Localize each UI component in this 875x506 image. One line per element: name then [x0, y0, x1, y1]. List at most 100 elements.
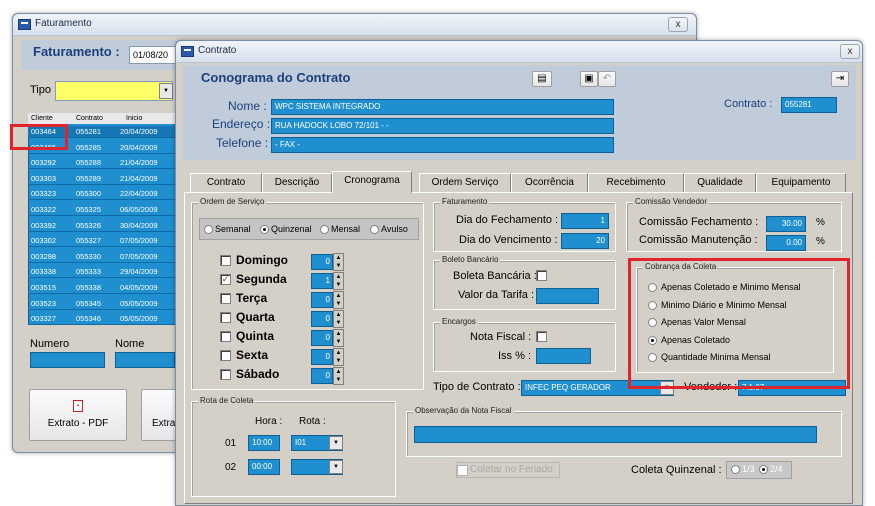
day-checkbox-domingo[interactable]	[220, 255, 231, 266]
grid-header-contrato[interactable]: Contrato	[76, 113, 103, 124]
day-count-quinta[interactable]: 0	[311, 330, 333, 346]
spin-down-icon[interactable]: ▼	[334, 338, 343, 346]
vencimento-field[interactable]: 20	[561, 233, 609, 249]
tab-equipamento[interactable]: Equipamento	[756, 173, 846, 192]
day-count-sexta[interactable]: 0	[311, 349, 333, 365]
nome-field[interactable]	[115, 352, 175, 368]
close-button[interactable]: x	[840, 44, 860, 59]
spin-up-icon[interactable]: ▲	[334, 349, 343, 357]
frequency-radio-quinzenal[interactable]	[260, 225, 269, 234]
grid-cell-contrato: 055300	[76, 189, 102, 199]
table-row[interactable]: 003515 055338 04/05/2009	[28, 282, 178, 294]
spin-down-icon[interactable]: ▼	[334, 281, 343, 289]
tipo-dropdown-arrow-icon[interactable]: ▼	[159, 83, 173, 99]
frequency-radio-avulso[interactable]	[370, 225, 379, 234]
nome-field[interactable]: WPC SISTEMA INTEGRADO	[271, 99, 614, 115]
day-spinner-quinta[interactable]: ▲ ▼	[333, 329, 344, 347]
day-count-segunda[interactable]: 1	[311, 273, 333, 289]
comissao-manutencao-unit: %	[816, 236, 825, 247]
table-row[interactable]: 003292 055288 21/04/2009	[28, 157, 178, 170]
extrato-pdf-button[interactable]: ▪ Extrato - PDF	[29, 389, 127, 441]
observacao-field[interactable]	[414, 426, 817, 443]
day-checkbox-sexta[interactable]	[220, 350, 231, 361]
table-row[interactable]: 003303 055289 21/04/2009	[28, 173, 178, 185]
day-spinner-segunda[interactable]: ▲ ▼	[333, 272, 344, 290]
spin-up-icon[interactable]: ▲	[334, 368, 343, 376]
table-row[interactable]: 003322 055325 06/05/2009	[28, 204, 178, 216]
print-icon[interactable]: ▤	[532, 71, 552, 87]
tab-descricao[interactable]: Descrição	[262, 173, 332, 192]
frequency-radio-mensal[interactable]	[320, 225, 329, 234]
spin-down-icon[interactable]: ▼	[334, 376, 343, 384]
day-count-terca[interactable]: 0	[311, 292, 333, 308]
day-checkbox-quarta[interactable]	[220, 312, 231, 323]
nota-fiscal-checkbox[interactable]	[536, 331, 547, 342]
rota-row-2-hora[interactable]: 00:00	[248, 459, 280, 475]
spin-up-icon[interactable]: ▲	[334, 273, 343, 281]
grid-header-cliente[interactable]: Cliente	[31, 113, 53, 124]
fechamento-field[interactable]: 1	[561, 213, 609, 229]
spin-up-icon[interactable]: ▲	[334, 292, 343, 300]
table-row[interactable]: 003338 055333 29/04/2009	[28, 266, 178, 279]
day-spinner-domingo[interactable]: ▲ ▼	[333, 253, 344, 271]
day-checkbox-quinta[interactable]	[220, 331, 231, 342]
rota-row-1-dropdown-icon[interactable]: ▼	[329, 436, 343, 450]
faturamento-titlebar[interactable]: Faturamento x	[13, 14, 696, 36]
tab-ordem-servico[interactable]: Ordem Serviço	[419, 173, 511, 192]
spin-down-icon[interactable]: ▼	[334, 357, 343, 365]
endereco-field[interactable]: RUA HADOCK LOBO 72/101 - -	[271, 118, 614, 134]
comissao-fechamento-field[interactable]: 30.00	[766, 216, 806, 232]
faturamento-date-field[interactable]: 01/08/20	[129, 46, 179, 64]
rota-row-1-hora[interactable]: 10:00	[248, 435, 280, 451]
day-spinner-sexta[interactable]: ▲ ▼	[333, 348, 344, 366]
table-row[interactable]: 003298 055330 07/05/2009	[28, 251, 178, 263]
comissao-manutencao-field[interactable]: 0.00	[766, 235, 806, 251]
close-button[interactable]: x	[668, 17, 688, 32]
frequency-radio-semanal[interactable]	[204, 225, 213, 234]
table-row[interactable]: 003302 055327 07/05/2009	[28, 235, 178, 248]
valor-tarifa-field[interactable]	[536, 288, 599, 304]
tab-ocorrencia[interactable]: Ocorrência	[511, 173, 588, 192]
iss-field[interactable]	[536, 348, 591, 364]
coleta-quinzenal-option-1[interactable]	[731, 465, 740, 474]
day-count-domingo[interactable]: 0	[311, 254, 333, 270]
tab-qualidade[interactable]: Qualidade	[684, 173, 756, 192]
table-row[interactable]: 003523 055345 05/05/2009	[28, 298, 178, 310]
table-row[interactable]: 003392 055326 30/04/2009	[28, 220, 178, 232]
spin-up-icon[interactable]: ▲	[334, 254, 343, 262]
day-count-quarta[interactable]: 0	[311, 311, 333, 327]
boleta-bancaria-checkbox[interactable]	[536, 270, 547, 281]
tipo-select[interactable]	[55, 81, 173, 101]
tab-cronograma[interactable]: Cronograma	[332, 171, 412, 193]
spin-up-icon[interactable]: ▲	[334, 311, 343, 319]
tipo-contrato-label: Tipo de Contrato :	[433, 381, 521, 393]
contrato-titlebar[interactable]: Contrato x	[176, 41, 862, 63]
numero-field[interactable]	[30, 352, 105, 368]
spin-up-icon[interactable]: ▲	[334, 330, 343, 338]
grid-cell-inicio: 30/04/2009	[120, 220, 158, 230]
day-checkbox-terca[interactable]	[220, 293, 231, 304]
contrato-field[interactable]: 055281	[781, 97, 837, 113]
tab-contrato[interactable]: Contrato	[190, 173, 262, 192]
day-checkbox-segunda[interactable]: ✓	[220, 274, 231, 285]
grid-cell-contrato: 055288	[76, 158, 102, 168]
day-spinner-sabado[interactable]: ▲ ▼	[333, 367, 344, 385]
spin-down-icon[interactable]: ▼	[334, 262, 343, 270]
rota-row-2-dropdown-icon[interactable]: ▼	[329, 460, 343, 474]
telefone-field[interactable]: - FAX -	[271, 137, 614, 153]
tab-recebimento[interactable]: Recebimento	[588, 173, 684, 192]
exit-icon[interactable]: ⇥	[831, 71, 849, 87]
grid-header-inicio[interactable]: Inicio	[126, 113, 142, 124]
day-count-sabado[interactable]: 0	[311, 368, 333, 384]
grid-cell-cliente: 003523	[31, 298, 57, 308]
day-spinner-terca[interactable]: ▲ ▼	[333, 291, 344, 309]
spin-down-icon[interactable]: ▼	[334, 319, 343, 327]
coleta-quinzenal-option-2[interactable]	[759, 465, 768, 474]
spin-down-icon[interactable]: ▼	[334, 300, 343, 308]
day-spinner-quarta[interactable]: ▲ ▼	[333, 310, 344, 328]
table-row[interactable]: 003327 055346 05/05/2009	[28, 313, 178, 326]
day-checkbox-sabado[interactable]	[220, 369, 231, 380]
save-icon[interactable]: ▣	[580, 71, 598, 87]
table-row[interactable]: 003323 055300 22/04/2009	[28, 188, 178, 201]
undo-icon[interactable]: ↶	[598, 71, 616, 87]
